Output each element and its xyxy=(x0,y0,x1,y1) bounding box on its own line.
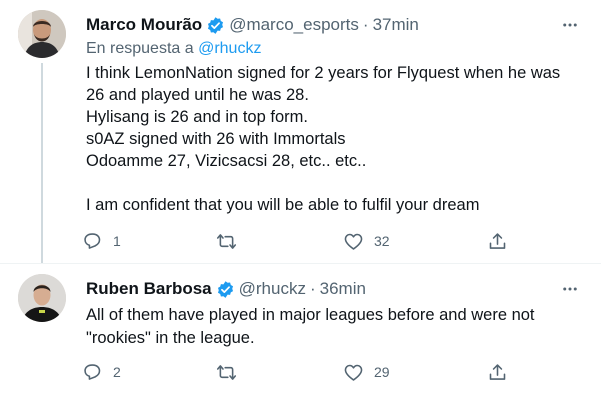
more-icon[interactable] xyxy=(559,278,581,300)
author-handle[interactable]: @marco_esports xyxy=(229,15,359,35)
reply-context: En respuesta a @rhuckz xyxy=(86,40,261,58)
tweet-header: Marco Mourão @marco_esports · 37min xyxy=(86,14,551,36)
retweet-button[interactable] xyxy=(216,360,247,384)
like-count: 29 xyxy=(374,364,390,380)
avatar-portrait-icon xyxy=(18,274,66,322)
tweet-text-line xyxy=(86,172,581,194)
like-icon xyxy=(344,233,363,250)
reply-button[interactable]: 1 xyxy=(82,229,121,253)
like-count: 32 xyxy=(374,233,390,249)
reply-icon xyxy=(84,363,101,380)
tweet-text-line: Hylisang is 26 and in top form. xyxy=(86,108,308,126)
reply-icon xyxy=(84,232,101,249)
tweet-text: I think LemonNation signed for 2 years f… xyxy=(86,62,581,216)
avatar[interactable] xyxy=(18,274,66,322)
tweet-text-line: Odoamme 27, Vizicsacsi 28, etc.. etc.. xyxy=(86,152,367,170)
tweet-text-line: "rookies" in the league. xyxy=(86,329,255,347)
timestamp[interactable]: 36min xyxy=(320,279,366,299)
author-name[interactable]: Marco Mourão xyxy=(86,15,202,35)
avatar[interactable] xyxy=(18,10,66,58)
author-name[interactable]: Ruben Barbosa xyxy=(86,279,212,299)
tweet-text-line: All of them have played in major leagues… xyxy=(86,306,535,324)
verified-badge-icon xyxy=(216,280,235,299)
tweet-text-line: I think LemonNation signed for 2 years f… xyxy=(86,64,561,82)
more-icon[interactable] xyxy=(559,14,581,36)
tweet-text: All of them have played in major leagues… xyxy=(86,304,581,350)
separator-dot: · xyxy=(362,15,369,34)
tweet-text-line: 26 and played until he was 28. xyxy=(86,86,309,104)
tweet-text-line: I am confident that you will be able to … xyxy=(86,196,480,214)
reply-button[interactable]: 2 xyxy=(82,360,121,384)
retweet-icon xyxy=(216,233,237,249)
tweet[interactable]: Ruben Barbosa @rhuckz · 36min All of the… xyxy=(0,263,601,404)
verified-badge-icon xyxy=(206,16,225,35)
share-button[interactable] xyxy=(487,360,508,384)
share-button[interactable] xyxy=(487,229,508,253)
retweet-button[interactable] xyxy=(216,229,247,253)
retweet-icon xyxy=(216,364,237,380)
like-icon xyxy=(344,364,363,381)
share-icon xyxy=(489,363,506,380)
reply-prefix: En respuesta a xyxy=(86,40,194,57)
reply-count: 2 xyxy=(113,364,121,380)
share-icon xyxy=(489,232,506,249)
tweet-header: Ruben Barbosa @rhuckz · 36min xyxy=(86,278,551,300)
like-button[interactable]: 29 xyxy=(343,360,390,384)
timestamp[interactable]: 37min xyxy=(373,15,419,35)
author-handle[interactable]: @rhuckz xyxy=(239,279,306,299)
separator-dot: · xyxy=(309,279,316,298)
reply-mention-link[interactable]: @rhuckz xyxy=(198,40,261,57)
tweet[interactable]: Marco Mourão @marco_esports · 37min En r… xyxy=(0,0,601,263)
avatar-portrait-icon xyxy=(18,10,66,58)
reply-count: 1 xyxy=(113,233,121,249)
thread-connector xyxy=(41,63,43,263)
tweet-text-line: s0AZ signed with 26 with Immortals xyxy=(86,130,346,148)
like-button[interactable]: 32 xyxy=(343,229,390,253)
